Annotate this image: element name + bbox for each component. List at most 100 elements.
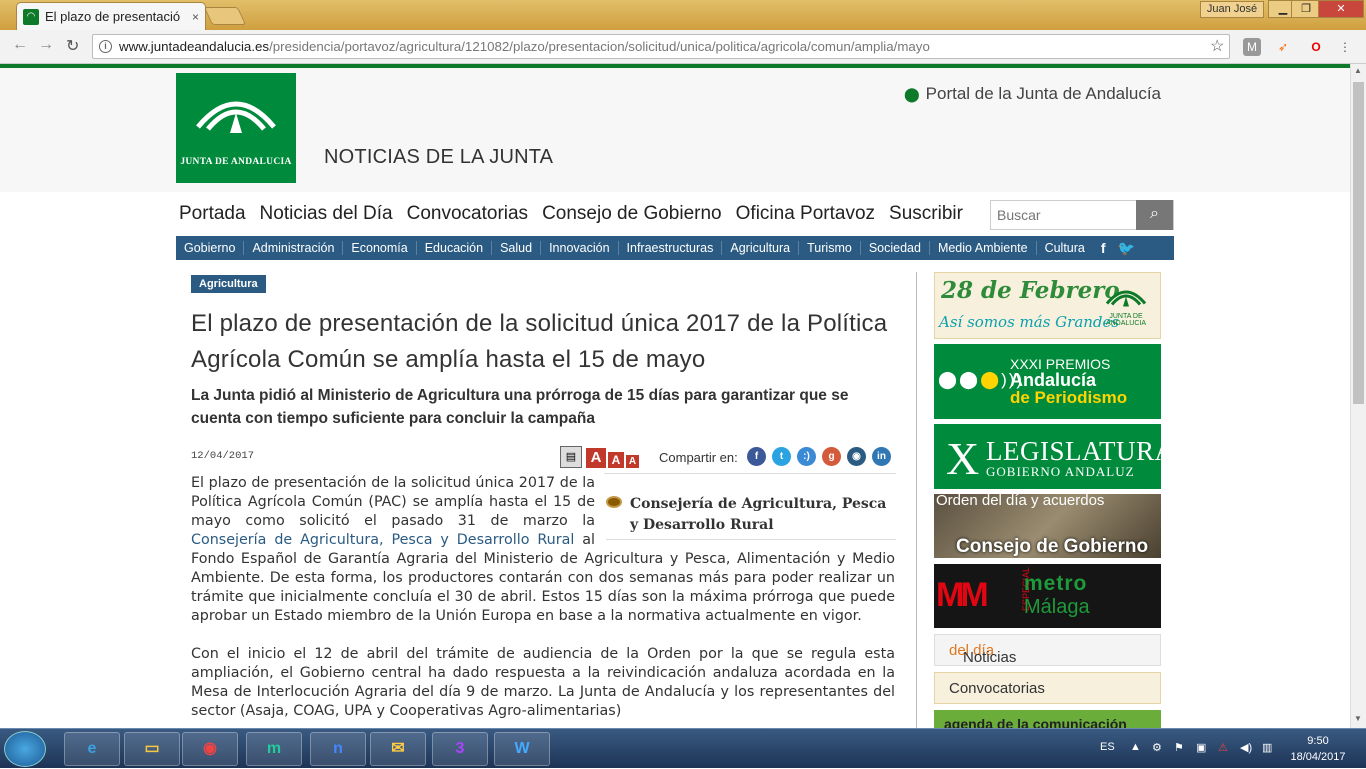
banner-subtitle: Así somos más Grandes — [939, 313, 1120, 331]
app-n-icon[interactable]: n — [310, 732, 366, 766]
article-subheadline: La Junta pidió al Ministerio de Agricult… — [191, 387, 849, 427]
flag-icon[interactable]: ⚑ — [1174, 741, 1184, 754]
extension-icon[interactable]: M — [1243, 38, 1261, 56]
share-tuenti-icon[interactable]: :) — [797, 447, 816, 466]
portal-link[interactable]: ⬤ Portal de la Junta de Andalucía — [904, 84, 1161, 104]
bookmark-star-icon[interactable]: ☆ — [1210, 36, 1224, 56]
new-tab-button[interactable] — [203, 7, 247, 25]
banner-metro-malaga[interactable]: MM ESPECIAL metro Málaga — [934, 564, 1161, 628]
section-turismo[interactable]: Turismo — [799, 241, 861, 255]
nav-item-consejo[interactable]: Consejo de Gobierno — [542, 203, 730, 225]
junta-logo-icon: JUNTA DE ANDALUCIA — [1100, 281, 1152, 333]
banner-label-a: Noticias — [963, 649, 1017, 666]
roman-ten: X — [946, 433, 980, 484]
banner-agenda[interactable]: agenda de la comunicación — [934, 710, 1161, 728]
volume-icon[interactable]: ◀) — [1240, 741, 1252, 754]
language-indicator[interactable]: ES — [1100, 741, 1115, 753]
power-icon[interactable]: ⚠ — [1218, 741, 1228, 754]
column-divider — [916, 272, 917, 728]
clock[interactable]: 9:50 18/04/2017 — [1280, 733, 1356, 765]
nav-item-convocatorias[interactable]: Convocatorias — [407, 203, 536, 225]
maximize-button[interactable]: ❐ — [1291, 0, 1321, 18]
network-icon[interactable]: ▣ — [1196, 741, 1206, 754]
address-bar[interactable]: i www.juntadeandalucia.es/presidencia/por… — [92, 34, 1230, 59]
banner-noticias-del-dia[interactable]: Noticias del día — [934, 634, 1161, 666]
nav-item-noticias[interactable]: Noticias del Día — [260, 203, 401, 225]
back-icon[interactable]: ← — [12, 36, 28, 54]
article-paragraph: Con el inicio el 12 de abril del trámite… — [191, 646, 895, 719]
font-large-icon[interactable]: A — [586, 448, 606, 468]
app-3-icon[interactable]: 3 — [432, 732, 488, 766]
category-badge[interactable]: Agricultura — [191, 275, 266, 293]
forward-icon[interactable]: → — [38, 36, 54, 54]
print-icon[interactable]: ▤ — [560, 446, 582, 468]
menu-icon[interactable]: ⋮ — [1336, 38, 1354, 56]
section-educacion[interactable]: Educación — [417, 241, 493, 255]
close-window-button[interactable]: ✕ — [1318, 0, 1364, 18]
search-button[interactable]: ⌕ — [1136, 200, 1173, 230]
browser-toolbar: ← → ↻ i www.juntadeandalucia.es/presidenc… — [0, 30, 1366, 64]
tray-arrow-icon[interactable]: ▲ — [1130, 741, 1141, 753]
app-m-icon[interactable]: m — [246, 732, 302, 766]
search-input[interactable] — [991, 201, 1137, 229]
banner-line2: GOBIERNO ANDALUZ — [986, 464, 1135, 479]
logo-arches-icon — [196, 101, 276, 133]
scroll-thumb[interactable] — [1353, 82, 1364, 404]
banner-convocatorias[interactable]: Convocatorias — [934, 672, 1161, 704]
nav-item-suscribir[interactable]: Suscribir — [889, 203, 971, 225]
banner-legislatura[interactable]: X LEGISLATURA GOBIERNO ANDALUZ — [934, 424, 1161, 489]
ie-icon[interactable]: e — [64, 732, 120, 766]
info-icon[interactable]: i — [99, 40, 112, 53]
font-medium-icon[interactable]: A — [608, 452, 624, 468]
section-medio-ambiente[interactable]: Medio Ambiente — [930, 241, 1037, 255]
nav-item-portada[interactable]: Portada — [179, 203, 254, 225]
location-pin-icon: ⬤ — [904, 86, 920, 102]
section-sociedad[interactable]: Sociedad — [861, 241, 930, 255]
banner-line1: Orden del día y acuerdos — [936, 494, 1105, 509]
browser-tab[interactable]: ◠ El plazo de presentació × — [16, 2, 206, 30]
banner-consejo-gobierno[interactable]: Orden del día y acuerdos Consejo de Gobi… — [934, 494, 1161, 558]
url-host: www.juntadeandalucia.es — [119, 39, 270, 54]
share-googleplus-icon[interactable]: g — [822, 447, 841, 466]
share-linkedin-icon[interactable]: in — [872, 447, 891, 466]
banner-premios-periodismo[interactable]: ⬤⬤⬤))) XXXI PREMIOS Andalucía de Periodi… — [934, 344, 1161, 419]
reload-icon[interactable]: ↻ — [66, 36, 79, 56]
twitter-icon[interactable]: 🐦 — [1118, 240, 1135, 257]
section-agricultura[interactable]: Agricultura — [722, 241, 800, 255]
section-economia[interactable]: Economía — [343, 241, 417, 255]
share-web-icon[interactable]: ◉ — [847, 447, 866, 466]
share-label: Compartir en: — [659, 450, 738, 465]
scroll-up-icon[interactable]: ▲ — [1354, 66, 1362, 75]
section-infraestructuras[interactable]: Infraestructuras — [619, 241, 723, 255]
share-twitter-icon[interactable]: t — [772, 447, 791, 466]
opera-icon[interactable]: O — [1307, 38, 1325, 56]
signal-icon[interactable]: ▥ — [1262, 741, 1272, 754]
site-title[interactable]: NOTICIAS DE LA JUNTA — [324, 146, 553, 169]
section-innovacion[interactable]: Innovación — [541, 241, 619, 255]
nav-item-portavoz[interactable]: Oficina Portavoz — [736, 203, 883, 225]
start-button[interactable] — [4, 731, 46, 767]
close-tab-icon[interactable]: × — [192, 10, 199, 24]
section-cultura[interactable]: Cultura — [1037, 241, 1093, 255]
explorer-icon[interactable]: ▭ — [124, 732, 180, 766]
section-administracion[interactable]: Administración — [244, 241, 344, 255]
banner-28-febrero[interactable]: 28 de Febrero Así somos más Grandes JUNT… — [934, 272, 1161, 339]
department-box[interactable]: Consejería de Agricultura, Pesca y Desar… — [606, 494, 896, 540]
outlook-icon[interactable]: ✉ — [370, 732, 426, 766]
department-link[interactable]: Consejería de Agricultura, Pesca y Desar… — [191, 532, 574, 548]
profile-button[interactable]: Juan José — [1200, 1, 1264, 18]
junta-logo[interactable]: JUNTA DE ANDALUCIA — [176, 73, 296, 183]
scroll-down-icon[interactable]: ▼ — [1354, 714, 1362, 723]
word-icon[interactable]: W — [494, 732, 550, 766]
tray-app-icon[interactable]: ⚙ — [1152, 741, 1162, 754]
extension-fox-icon[interactable]: ➶ — [1274, 38, 1292, 56]
font-small-icon[interactable]: A — [626, 455, 639, 468]
search-icon: ⌕ — [1150, 205, 1159, 222]
section-salud[interactable]: Salud — [492, 241, 542, 255]
vertical-scrollbar[interactable]: ▲ ▼ — [1350, 64, 1366, 728]
section-gobierno[interactable]: Gobierno — [176, 241, 245, 255]
portal-link-label: Portal de la Junta de Andalucía — [925, 84, 1162, 103]
share-facebook-icon[interactable]: f — [747, 447, 766, 466]
chrome-icon[interactable]: ◉ — [182, 732, 238, 766]
facebook-icon[interactable]: f — [1101, 240, 1106, 256]
